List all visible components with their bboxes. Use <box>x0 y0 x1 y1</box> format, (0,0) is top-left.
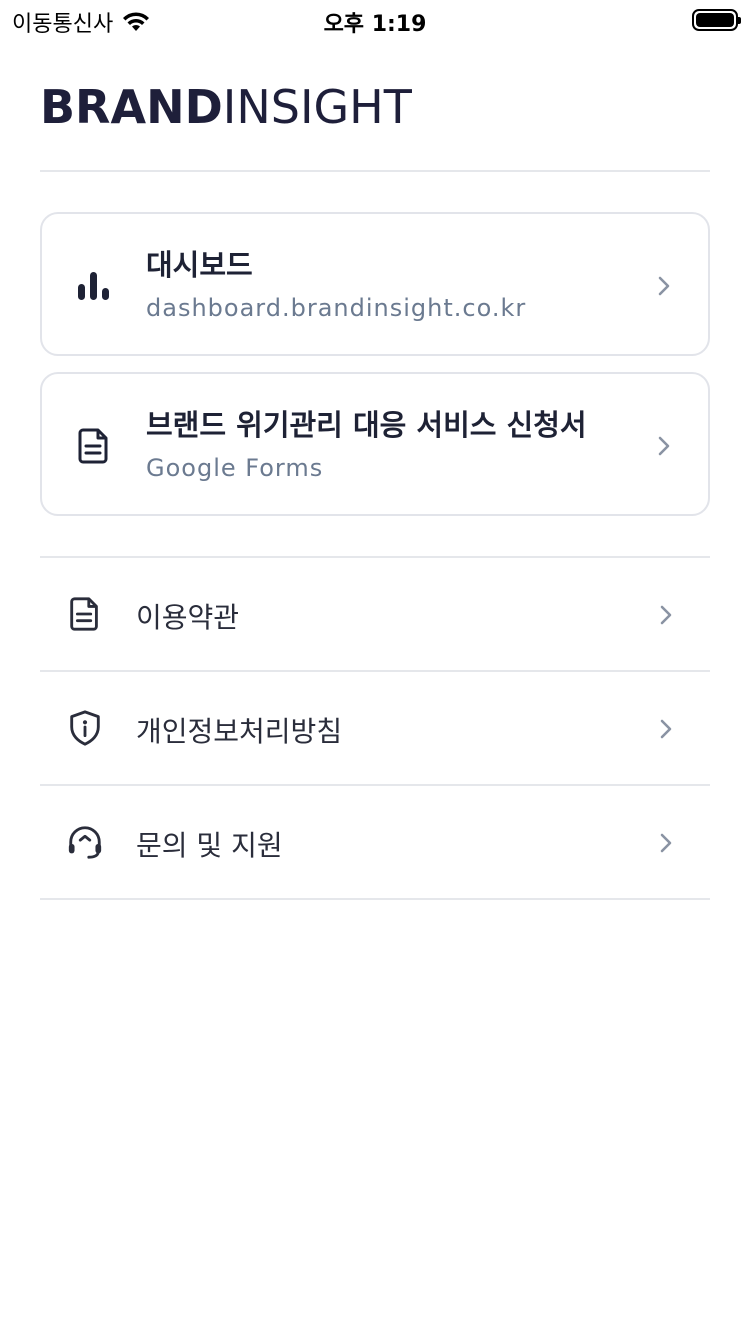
card-title: 브랜드 위기관리 대응 서비스 신청서 <box>146 408 587 442</box>
app-title: BRANDINSIGHT <box>40 84 412 130</box>
header-divider <box>40 170 710 172</box>
menu-item-terms[interactable]: 이용약관 <box>40 558 710 672</box>
menu-item-privacy[interactable]: 개인정보처리방침 <box>40 672 710 786</box>
chevron-right-icon <box>658 436 670 456</box>
app-title-bold: BRAND <box>40 80 223 134</box>
chevron-right-icon <box>660 605 672 625</box>
menu-item-label: 개인정보처리방침 <box>136 715 343 748</box>
battery-icon <box>692 9 741 31</box>
document-icon <box>70 597 98 631</box>
chevron-right-icon <box>658 276 670 296</box>
chevron-right-icon <box>660 719 672 739</box>
status-bar: 이동통신사 오후 1:19 <box>0 0 750 40</box>
status-time: 오후 1:19 <box>323 12 427 37</box>
document-icon <box>78 428 108 464</box>
card-subtitle: Google Forms <box>146 454 324 482</box>
headset-icon <box>68 826 102 859</box>
crisis-form-card[interactable]: 브랜드 위기관리 대응 서비스 신청서 Google Forms <box>40 372 710 516</box>
menu-item-label: 문의 및 지원 <box>136 829 283 862</box>
shield-info-icon <box>70 710 100 746</box>
chevron-right-icon <box>660 833 672 853</box>
bar-chart-icon <box>78 272 109 300</box>
card-subtitle: dashboard.brandinsight.co.kr <box>146 294 527 322</box>
menu-item-support[interactable]: 문의 및 지원 <box>40 786 710 900</box>
card-title: 대시보드 <box>146 248 253 282</box>
dashboard-card[interactable]: 대시보드 dashboard.brandinsight.co.kr <box>40 212 710 356</box>
menu-item-label: 이용약관 <box>136 601 240 634</box>
app-title-light: INSIGHT <box>222 80 412 134</box>
